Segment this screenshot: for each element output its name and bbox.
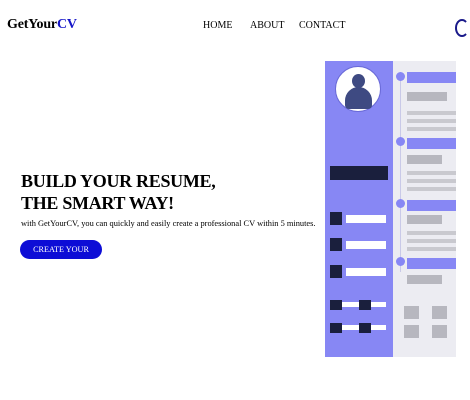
timeline-dot — [396, 257, 405, 266]
resume-illustration — [325, 61, 456, 357]
nav-contact-link[interactable]: CONTACT — [299, 20, 345, 31]
hero-title-line1: BUILD YOUR RESUME, — [21, 171, 216, 191]
logo-accent: CV — [56, 17, 77, 32]
skill-line — [342, 325, 359, 330]
logo-prefix: GetYour — [7, 17, 57, 32]
skill-icon — [330, 323, 342, 333]
skill-line — [371, 325, 386, 330]
text-bar — [407, 92, 447, 101]
text-line — [407, 111, 456, 115]
contact-icon — [330, 265, 342, 278]
skill-line — [342, 302, 359, 307]
text-line — [407, 231, 456, 235]
text-bar — [407, 275, 442, 284]
logo[interactable]: GetYourCV — [7, 17, 77, 33]
avatar-icon — [335, 66, 381, 112]
text-line — [407, 179, 456, 183]
skill-line — [371, 302, 386, 307]
section-header-bar — [407, 200, 456, 211]
text-line — [407, 127, 456, 131]
nav-about-link[interactable]: ABOUT — [250, 20, 284, 31]
resume-sidebar — [325, 61, 393, 357]
avatar-body — [345, 87, 372, 109]
text-line — [407, 239, 456, 243]
skill-icon — [359, 300, 371, 310]
menu-toggle-icon[interactable] — [455, 19, 469, 37]
timeline-line — [400, 72, 401, 272]
contact-line — [346, 241, 386, 249]
grid-block — [404, 325, 419, 338]
section-header-bar — [407, 138, 456, 149]
text-bar — [407, 215, 442, 224]
hero-title-line2: THE SMART WAY! — [21, 193, 174, 213]
text-line — [407, 247, 456, 251]
hero-subtitle: with GetYourCV, you can quickly and easi… — [21, 219, 316, 228]
contact-icon — [330, 238, 342, 251]
skill-icon — [359, 323, 371, 333]
text-line — [407, 187, 456, 191]
text-line — [407, 119, 456, 123]
text-bar — [407, 155, 442, 164]
grid-block — [432, 325, 447, 338]
name-placeholder — [330, 166, 388, 180]
timeline-dot — [396, 72, 405, 81]
nav-home-link[interactable]: HOME — [203, 20, 232, 31]
contact-icon — [330, 212, 342, 225]
grid-block — [404, 306, 419, 319]
grid-block — [432, 306, 447, 319]
section-header-bar — [407, 258, 456, 269]
avatar-head — [352, 74, 365, 88]
timeline-dot — [396, 199, 405, 208]
contact-line — [346, 268, 386, 276]
hero-title: BUILD YOUR RESUME, THE SMART WAY! — [21, 170, 216, 214]
timeline-dot — [396, 137, 405, 146]
section-header-bar — [407, 72, 456, 83]
skill-icon — [330, 300, 342, 310]
contact-line — [346, 215, 386, 223]
top-navigation: GetYourCV HOME ABOUT CONTACT — [0, 0, 470, 52]
create-resume-button[interactable]: CREATE YOUR RESUME — [20, 240, 102, 273]
text-line — [407, 171, 456, 175]
